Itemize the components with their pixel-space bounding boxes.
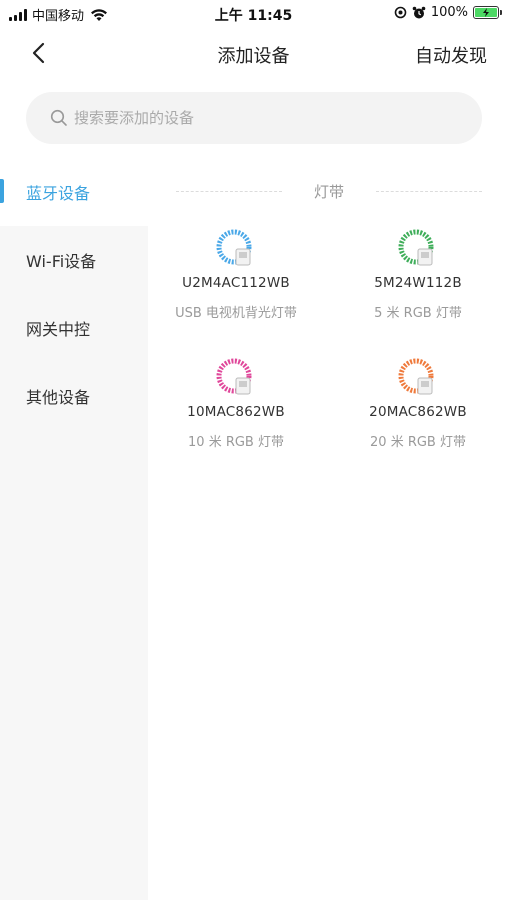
device-model: 5M24W112B [374,275,462,291]
device-description: USB 电视机背光灯带 [175,306,297,321]
led-strip-icon [216,358,252,395]
device-card[interactable]: 20MAC862WB 20 米 RGB 灯带 [334,356,502,450]
led-strip-icon [398,229,434,266]
device-card[interactable]: U2M4AC112WB USB 电视机背光灯带 [152,227,320,321]
sidebar-item-other[interactable]: 其他设备 [0,362,148,430]
category-sidebar: 蓝牙设备 Wi-Fi设备 网关中控 其他设备 [0,158,148,900]
search-icon [50,109,67,126]
divider [376,190,483,192]
led-strip-icon [216,229,252,266]
led-strip-icon [398,358,434,395]
sidebar-item-label: 其他设备 [26,388,91,407]
section-title: 灯带 [314,182,345,201]
nav-bar: 添加设备 自动发现 [0,28,507,78]
battery-percent: 100% [430,5,468,20]
sidebar-item-label: 蓝牙设备 [26,184,91,203]
section-header: 灯带 [176,178,483,204]
device-description: 20 米 RGB 灯带 [370,435,466,450]
device-model: 10MAC862WB [187,404,285,420]
sidebar-item-wifi[interactable]: Wi-Fi设备 [0,226,148,294]
device-model: 20MAC862WB [369,404,467,420]
battery-icon [473,6,502,19]
device-model: U2M4AC112WB [182,275,290,291]
sidebar-item-label: Wi-Fi设备 [26,252,97,271]
auto-discover-button[interactable]: 自动发现 [415,42,487,68]
device-description: 5 米 RGB 灯带 [374,306,462,321]
alarm-icon [412,6,426,18]
sidebar-item-label: 网关中控 [26,320,91,339]
search-input[interactable] [74,109,434,127]
divider [176,190,282,192]
device-description: 10 米 RGB 灯带 [188,435,284,450]
device-card[interactable]: 5M24W112B 5 米 RGB 灯带 [334,227,502,321]
device-card[interactable]: 10MAC862WB 10 米 RGB 灯带 [152,356,320,450]
sidebar-item-gateway[interactable]: 网关中控 [0,294,148,362]
search-bar[interactable] [26,92,482,144]
location-lock-icon [394,6,407,19]
active-indicator [0,179,4,203]
status-right: 100% [394,5,502,20]
status-bar: 中国移动 上午 11:45 100% [0,0,507,28]
sidebar-item-bluetooth[interactable]: 蓝牙设备 [0,158,148,226]
